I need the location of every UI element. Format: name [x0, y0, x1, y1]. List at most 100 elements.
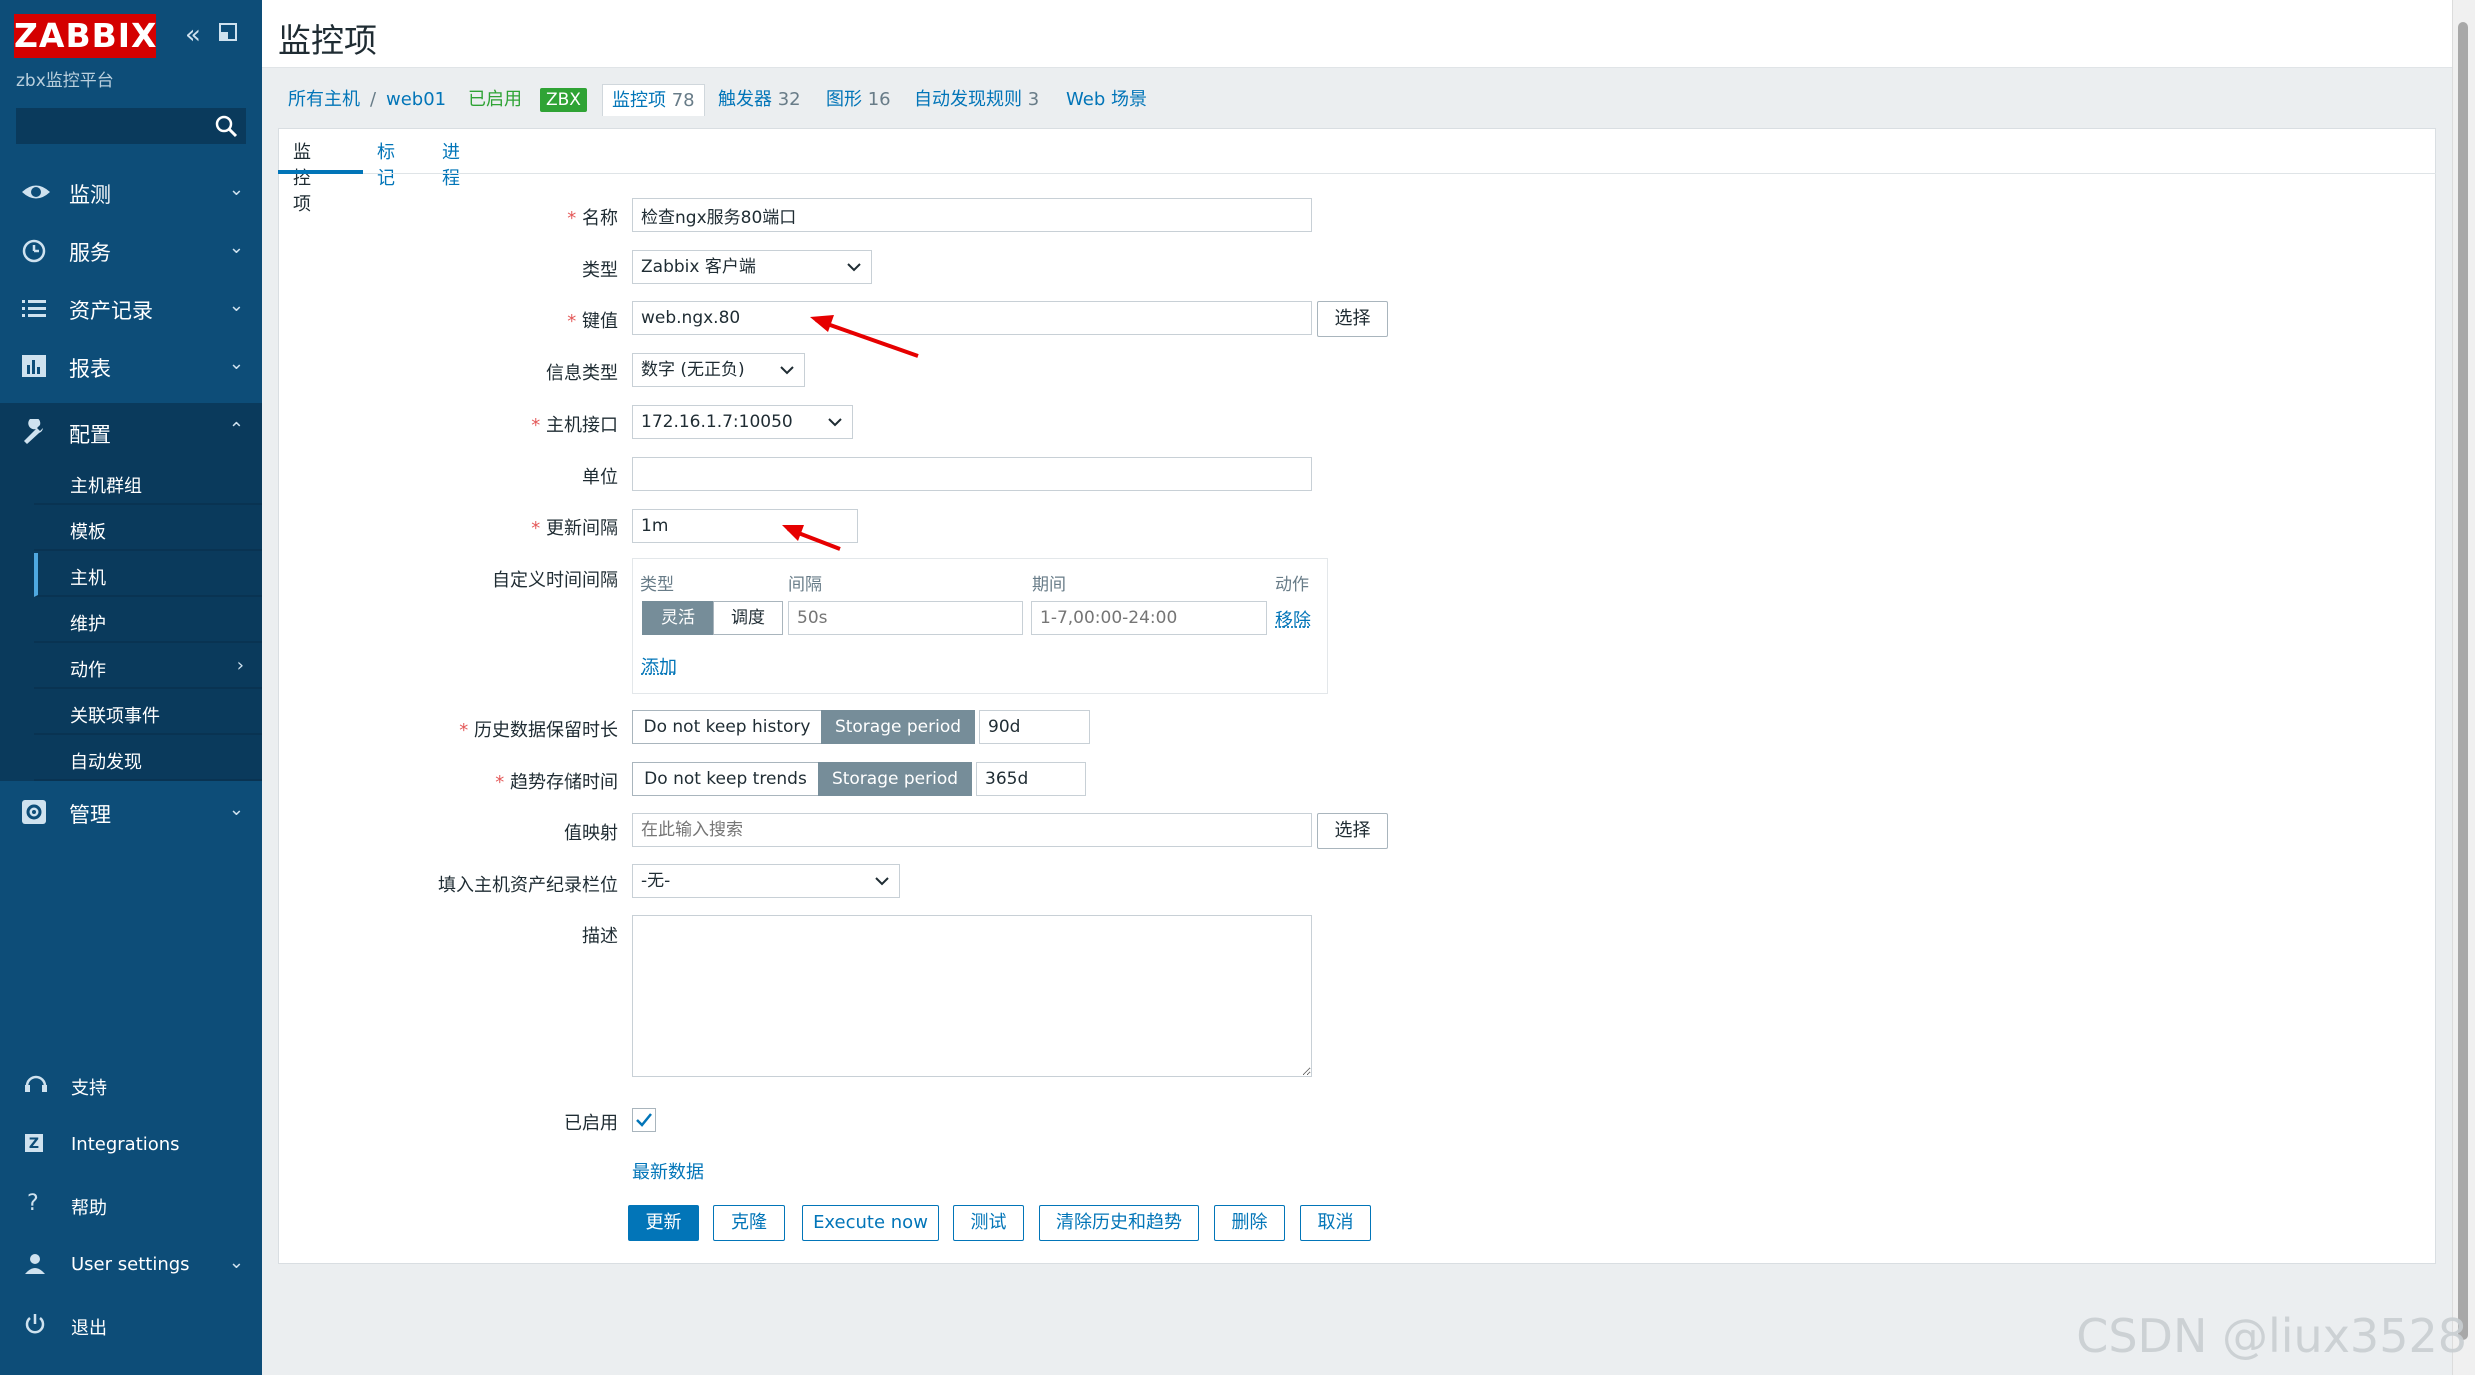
submenu-discovery[interactable]: 自动发现 — [34, 737, 262, 781]
do-not-keep-history-toggle[interactable]: Do not keep history — [632, 710, 822, 744]
host-interface-select[interactable]: 172.16.1.7:10050 — [632, 405, 853, 439]
key-select-button[interactable]: 选择 — [1317, 301, 1388, 337]
menu-inventory[interactable]: 资产记录 ⌄ — [0, 279, 262, 337]
valuemap-input[interactable] — [632, 813, 1312, 847]
interval-input[interactable] — [788, 601, 1023, 635]
user-icon — [22, 1252, 50, 1276]
history-label: 历史数据保留时长 — [459, 716, 618, 742]
units-input[interactable] — [632, 457, 1312, 491]
tab-tags[interactable]: 标记 — [377, 138, 395, 190]
add-interval-link[interactable]: 添加 — [641, 653, 677, 679]
breadcrumb-status[interactable]: 已启用 — [468, 84, 522, 116]
menu-services[interactable]: 服务 ⌄ — [0, 221, 262, 279]
bar-chart-icon — [20, 353, 50, 379]
col-action-header: 动作 — [1275, 575, 1309, 595]
submenu-event-correlation[interactable]: 关联项事件 — [34, 691, 262, 735]
period-input[interactable] — [1031, 601, 1267, 635]
menu-administration[interactable]: 管理 ⌄ — [0, 783, 262, 841]
inventory-select[interactable]: -无- — [632, 864, 900, 898]
sidebar-search[interactable] — [16, 108, 246, 144]
breadcrumb-all-hosts[interactable]: 所有主机 — [288, 84, 360, 116]
valuemap-select-button[interactable]: 选择 — [1317, 813, 1388, 849]
menu-reports[interactable]: 报表 ⌄ — [0, 337, 262, 395]
clock-icon — [20, 237, 50, 263]
flexible-toggle[interactable]: 灵活 — [642, 601, 714, 635]
enabled-checkbox[interactable] — [632, 1108, 656, 1132]
footer-help[interactable]: ? 帮助 — [0, 1180, 262, 1230]
active-tab-indicator — [278, 170, 363, 174]
name-label: 名称 — [567, 204, 618, 230]
description-textarea[interactable] — [632, 915, 1312, 1077]
footer-label: 支持 — [71, 1078, 107, 1099]
remove-interval-link[interactable]: 移除 — [1275, 606, 1311, 632]
footer-support[interactable]: 支持 — [0, 1060, 262, 1110]
menu-configuration[interactable]: 配置 ⌃ — [0, 403, 262, 461]
type-label: 类型 — [582, 260, 618, 281]
wrench-icon — [20, 417, 50, 445]
trends-label: 趋势存储时间 — [495, 768, 618, 794]
breadcrumb-items[interactable]: 监控项 78 — [602, 84, 705, 116]
update-button[interactable]: 更新 — [628, 1205, 699, 1241]
test-button[interactable]: 测试 — [953, 1205, 1024, 1241]
tab-preprocessing[interactable]: 进程 — [442, 138, 460, 190]
trends-storage-period-toggle[interactable]: Storage period — [818, 762, 972, 796]
info-type-select[interactable]: 数字 (无正负) — [632, 353, 805, 387]
headset-icon — [22, 1072, 50, 1096]
svg-text:Z: Z — [29, 1136, 39, 1152]
footer-label: 退出 — [71, 1318, 107, 1339]
tab-divider — [278, 173, 2436, 174]
chevron-down-icon: ⌄ — [228, 237, 244, 258]
submenu-host-groups[interactable]: 主机群组 — [34, 461, 262, 505]
footer-sign-out[interactable]: 退出 — [0, 1300, 262, 1350]
host-interface-label: 主机接口 — [531, 411, 618, 437]
clear-history-button[interactable]: 清除历史和趋势 — [1039, 1205, 1199, 1241]
breadcrumb-host[interactable]: web01 — [386, 84, 446, 116]
collapse-sidebar-icon[interactable]: « — [179, 20, 207, 50]
enabled-label: 已启用 — [564, 1113, 618, 1134]
info-type-label: 信息类型 — [546, 363, 618, 384]
sidebar: ZABBIX « zbx监控平台 监测 ⌄ 服务 ⌄ 资产记录 ⌄ 报表 ⌄ 配… — [0, 0, 262, 1375]
submenu-actions[interactable]: 动作 › — [34, 645, 262, 689]
eye-icon — [20, 179, 50, 205]
submenu-hosts[interactable]: 主机 — [34, 553, 262, 597]
chevron-up-icon: ⌃ — [228, 419, 244, 440]
search-icon[interactable] — [211, 111, 241, 141]
breadcrumb-discovery[interactable]: 自动发现规则 3 — [914, 84, 1039, 116]
submenu-maintenance[interactable]: 维护 — [34, 599, 262, 643]
tab-item[interactable]: 监控项 — [293, 138, 311, 216]
latest-data-link[interactable]: 最新数据 — [632, 1158, 704, 1184]
key-label: 键值 — [567, 307, 618, 333]
kiosk-mode-icon[interactable] — [214, 20, 242, 50]
footer-label: Integrations — [71, 1134, 180, 1155]
breadcrumb-discovery-count: 3 — [1027, 89, 1040, 110]
breadcrumb-discovery-label: 自动发现规则 — [914, 89, 1022, 110]
type-select[interactable]: Zabbix 客户端 — [632, 250, 872, 284]
breadcrumb-web[interactable]: Web 场景 — [1066, 84, 1147, 116]
info-type-select-value: 数字 (无正负) — [641, 360, 745, 380]
name-input[interactable] — [632, 198, 1312, 232]
key-input[interactable] — [632, 301, 1312, 335]
footer-user-settings[interactable]: User settings ⌄ — [0, 1240, 262, 1290]
submenu-templates[interactable]: 模板 — [34, 507, 262, 551]
history-input[interactable] — [979, 710, 1090, 744]
zabbix-z-icon: Z — [22, 1132, 50, 1156]
sidebar-search-input[interactable] — [17, 109, 207, 143]
page-title: 监控项 — [278, 21, 377, 60]
trends-input[interactable] — [976, 762, 1086, 796]
scheduling-toggle[interactable]: 调度 — [713, 601, 783, 635]
do-not-keep-trends-toggle[interactable]: Do not keep trends — [632, 762, 819, 796]
cancel-button[interactable]: 取消 — [1300, 1205, 1371, 1241]
breadcrumb-graphs[interactable]: 图形 16 — [826, 84, 891, 116]
delete-button[interactable]: 删除 — [1214, 1205, 1285, 1241]
breadcrumb-triggers[interactable]: 触发器 32 — [718, 84, 801, 116]
history-storage-period-toggle[interactable]: Storage period — [821, 710, 975, 744]
zabbix-logo[interactable]: ZABBIX — [14, 14, 157, 58]
menu-monitoring[interactable]: 监测 ⌄ — [0, 163, 262, 221]
col-interval-header: 间隔 — [788, 575, 822, 595]
scrollbar-thumb[interactable] — [2458, 22, 2468, 1340]
clone-button[interactable]: 克隆 — [713, 1205, 785, 1241]
breadcrumb-items-count: 78 — [671, 90, 695, 111]
execute-now-button[interactable]: Execute now — [802, 1205, 939, 1241]
footer-integrations[interactable]: Z Integrations — [0, 1120, 262, 1170]
menu-label: 监测 — [69, 183, 111, 207]
